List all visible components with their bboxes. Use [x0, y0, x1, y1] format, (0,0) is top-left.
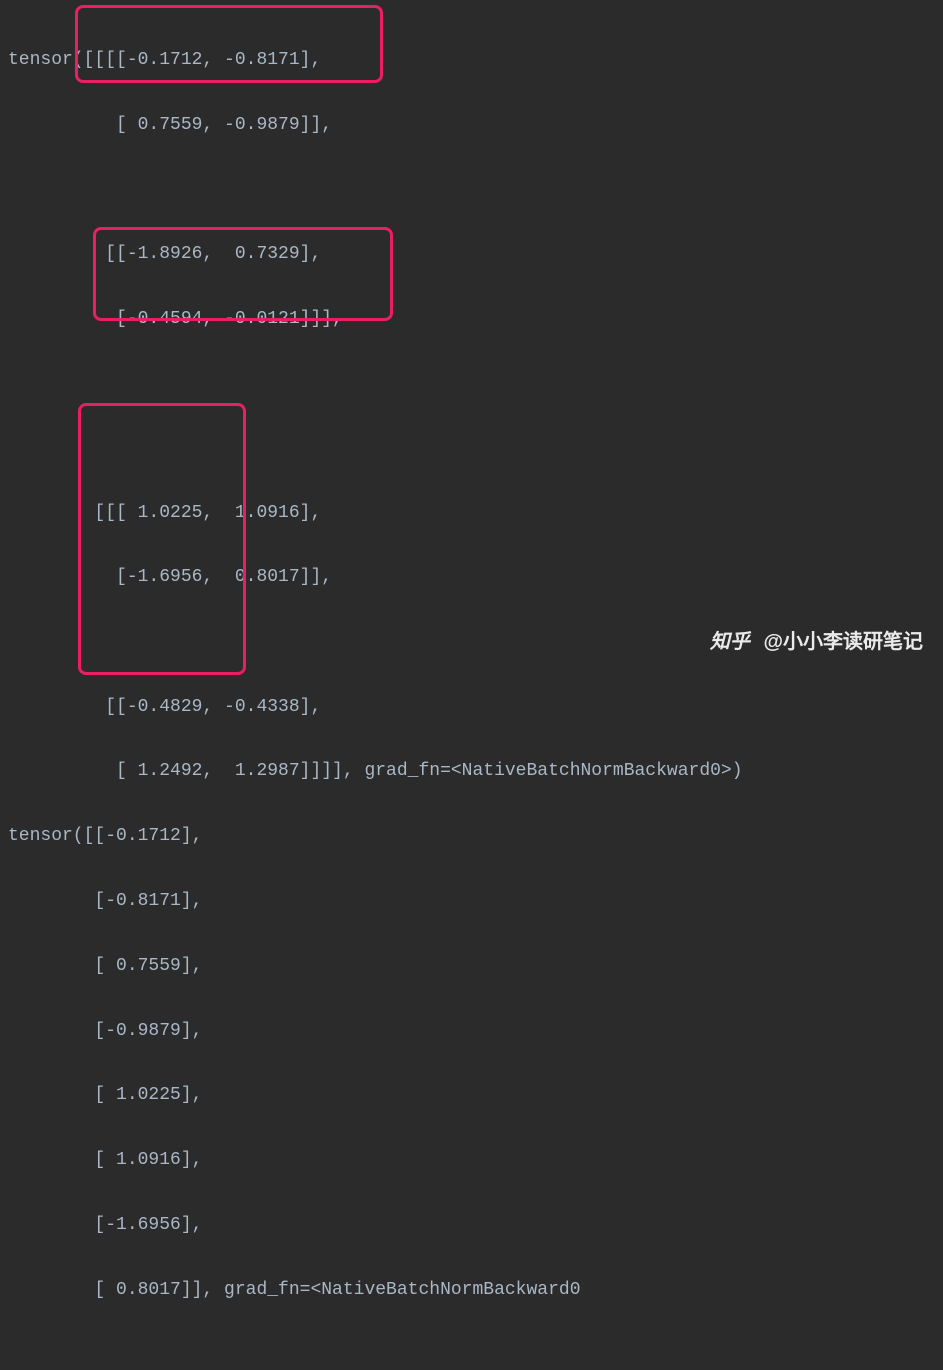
code-line [8, 368, 935, 400]
code-line: [-1.6956, 0.8017]], [8, 561, 935, 593]
code-line: [-0.8171], [8, 885, 935, 917]
code-line [8, 174, 935, 206]
code-line [8, 432, 935, 464]
zhihu-logo-icon: 知乎 [710, 631, 750, 653]
code-line: [ 0.7559], [8, 950, 935, 982]
watermark-username: @小小李读研笔记 [763, 631, 923, 653]
code-line: [[-0.4829, -0.4338], [8, 691, 935, 723]
code-line: [[[ 1.0225, 1.0916], [8, 497, 935, 529]
watermark: 知乎 @小小李读研笔记 [710, 624, 923, 660]
code-line: [-0.4594, -0.0121]]], [8, 303, 935, 335]
code-line: [ 1.0225], [8, 1079, 935, 1111]
code-line: [ 0.8017]], grad_fn=<NativeBatchNormBack… [8, 1274, 935, 1306]
code-line: tensor([[[[-0.1712, -0.8171], [8, 44, 935, 76]
code-line: [ 1.0916], [8, 1144, 935, 1176]
code-line: [[-1.8926, 0.7329], [8, 238, 935, 270]
code-line: tensor([[-0.1712], [8, 820, 935, 852]
code-line: [-1.6956], [8, 1209, 935, 1241]
code-line: [ 0.7559, -0.9879]], [8, 109, 935, 141]
code-output-panel: tensor([[[[-0.1712, -0.8171], [ 0.7559, … [0, 0, 943, 1370]
code-line: [ 1.2492, 1.2987]]]], grad_fn=<NativeBat… [8, 755, 935, 787]
code-line: [-0.9879], [8, 1015, 935, 1047]
